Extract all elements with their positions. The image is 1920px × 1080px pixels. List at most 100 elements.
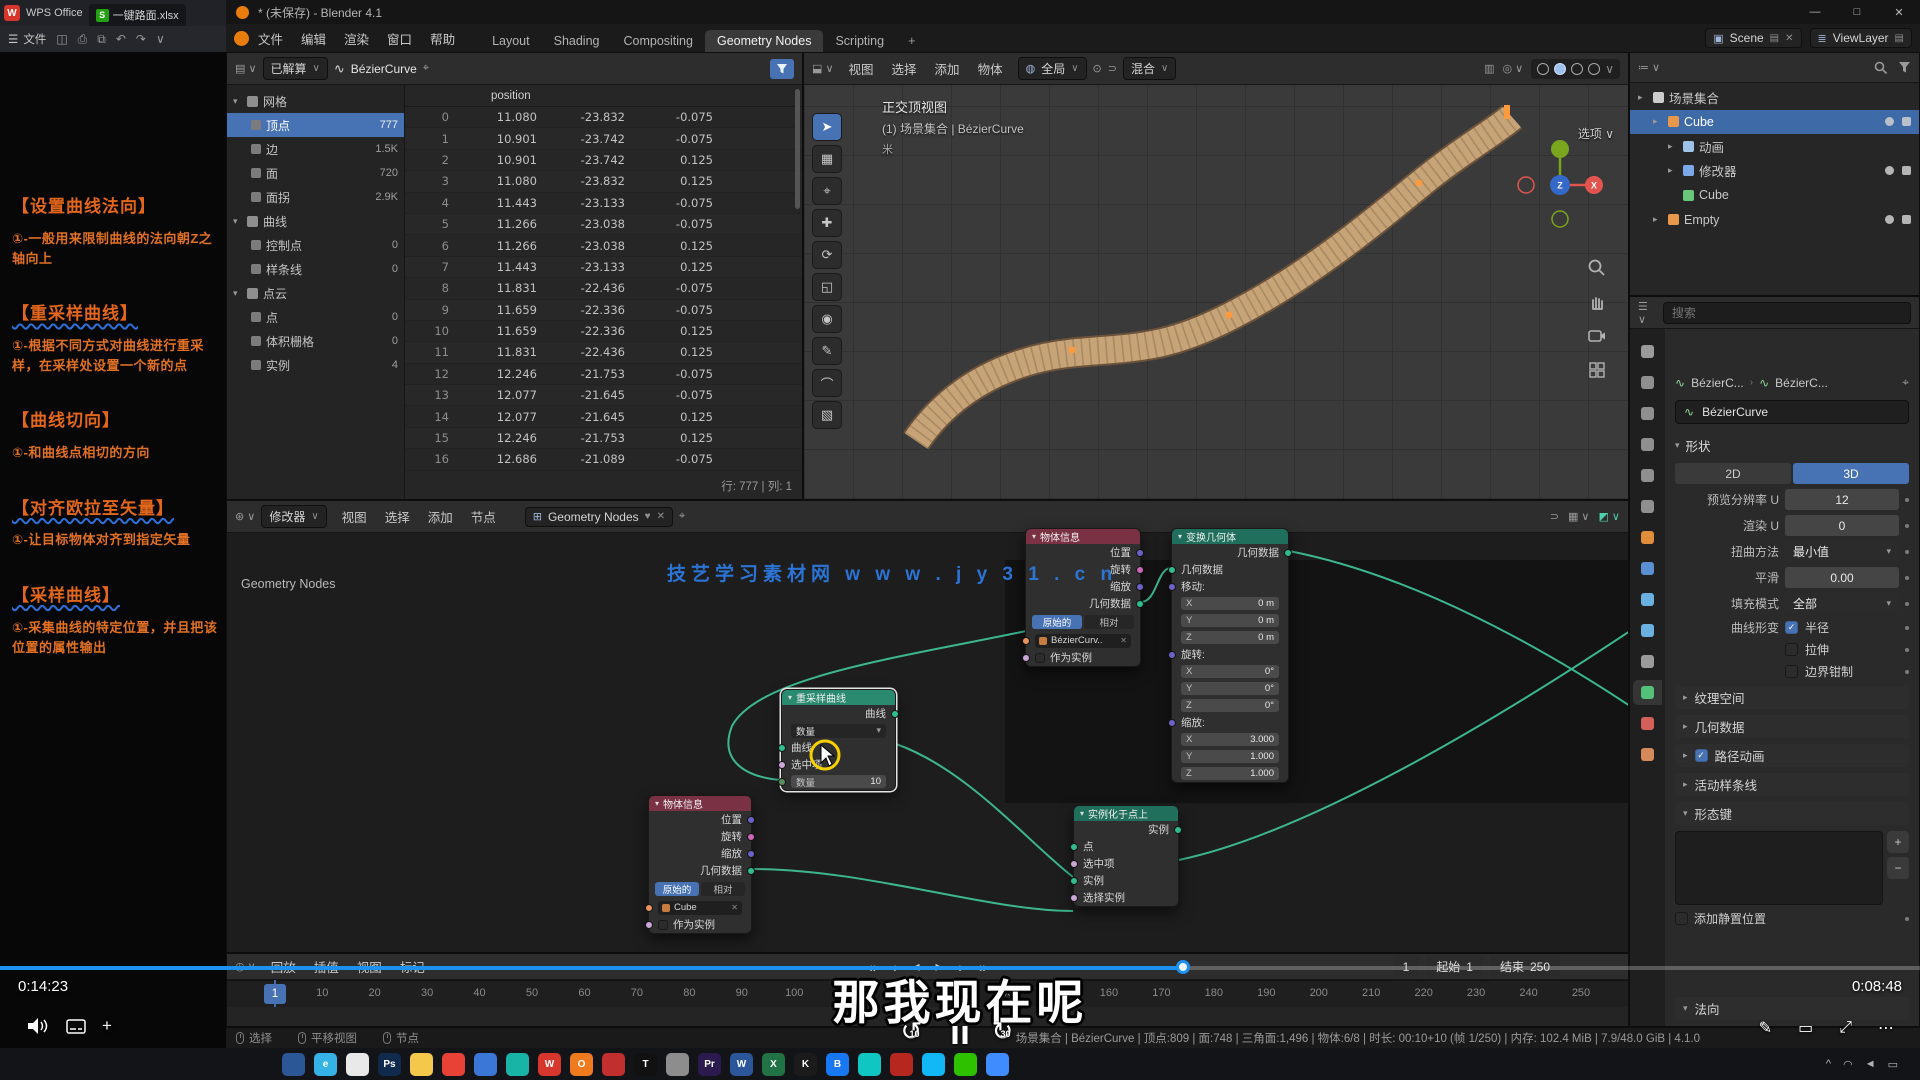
spreadsheet-domain-item[interactable]: 边1.5K: [227, 137, 404, 161]
animate-dot[interactable]: [1905, 550, 1909, 554]
rotate-icon[interactable]: ⟳: [812, 241, 842, 269]
filter-toggle-button[interactable]: [770, 59, 794, 79]
transform-icon[interactable]: ◉: [812, 305, 842, 333]
socket[interactable]: [1070, 860, 1078, 868]
shape-keys-list-box[interactable]: [1675, 831, 1883, 905]
socket[interactable]: [1070, 894, 1078, 902]
add-note-button[interactable]: +: [102, 1016, 112, 1036]
data-name-field[interactable]: ∿ BézierCurve: [1675, 400, 1909, 424]
tab-render[interactable]: [1633, 370, 1662, 395]
close-button[interactable]: ✕: [1878, 0, 1920, 24]
menu-窗口[interactable]: 窗口: [378, 27, 421, 50]
overlays-toggle-icon[interactable]: ◎ ∨: [1502, 62, 1523, 75]
animate-dot[interactable]: [1905, 670, 1909, 674]
view-layer-selector[interactable]: ≣ ViewLayer ▤: [1810, 28, 1912, 48]
socket[interactable]: [778, 744, 786, 752]
pin-icon[interactable]: ⌖: [423, 62, 429, 75]
animate-dot[interactable]: [1905, 576, 1909, 580]
more-tools-icon[interactable]: ∨: [156, 32, 165, 47]
tab-texture[interactable]: [1633, 742, 1662, 767]
redo-icon[interactable]: ↷: [136, 32, 146, 47]
socket[interactable]: [1174, 826, 1182, 834]
scale-icon[interactable]: ◱: [812, 273, 842, 301]
taskbar-app-blue2[interactable]: [986, 1053, 1009, 1076]
taskbar-app-photoshop[interactable]: Ps: [378, 1053, 401, 1076]
socket[interactable]: [1070, 877, 1078, 885]
tray-volume-icon[interactable]: ◄: [1865, 1058, 1876, 1070]
spreadsheet-editor-icon[interactable]: ▤ ∨: [235, 62, 257, 75]
property-value[interactable]: 0.00: [1785, 567, 1899, 588]
mode-3d-button[interactable]: 3D: [1793, 463, 1909, 484]
taskbar-app-b[interactable]: B: [826, 1053, 849, 1076]
viewport-menu-物体[interactable]: 物体: [969, 57, 1012, 80]
spreadsheet-domain-group[interactable]: ▾点云: [227, 281, 404, 305]
edit-notes-icon[interactable]: ✎: [1759, 1018, 1772, 1038]
viewport-menu-添加[interactable]: 添加: [926, 57, 969, 80]
socket[interactable]: [1136, 583, 1144, 591]
pin-icon[interactable]: ⌖: [1902, 375, 1909, 390]
value-slider[interactable]: Z0 m: [1181, 631, 1279, 644]
socket[interactable]: [1168, 651, 1176, 659]
wps-file-menu[interactable]: ☰ 文件: [8, 31, 46, 47]
taskbar-app-blue[interactable]: [474, 1053, 497, 1076]
camera-toggle-icon[interactable]: [1902, 215, 1911, 224]
add-workspace-button[interactable]: +: [896, 30, 927, 52]
pip-icon[interactable]: ▭: [1798, 1018, 1813, 1038]
tab-view-layer[interactable]: [1633, 432, 1662, 457]
socket[interactable]: [778, 761, 786, 769]
taskbar-app-chrome[interactable]: [442, 1053, 465, 1076]
animate-dot[interactable]: [1905, 498, 1909, 502]
eye-toggle-icon[interactable]: [1885, 215, 1894, 224]
menu-渲染[interactable]: 渲染: [335, 27, 378, 50]
property-value[interactable]: 全部▾: [1785, 593, 1899, 614]
animate-dot[interactable]: [1905, 602, 1909, 606]
zoom-icon[interactable]: [1582, 253, 1612, 283]
socket[interactable]: [1070, 843, 1078, 851]
taskbar-app-tim[interactable]: [922, 1053, 945, 1076]
object-field[interactable]: BézierCurv..✕: [1035, 634, 1131, 648]
search-icon[interactable]: [1874, 61, 1888, 75]
animate-dot[interactable]: [1905, 524, 1909, 528]
animate-dot[interactable]: [1905, 648, 1909, 652]
outliner-row[interactable]: ▸修改器: [1630, 159, 1919, 184]
tab-scene[interactable]: [1633, 463, 1662, 488]
tab-modifiers[interactable]: [1633, 556, 1662, 581]
socket[interactable]: [747, 816, 755, 824]
volume-icon[interactable]: [28, 1018, 50, 1034]
taskbar-app-folder[interactable]: [410, 1053, 433, 1076]
taskbar-app-t[interactable]: T: [634, 1053, 657, 1076]
node-object-info-cube[interactable]: ▾物体信息位置旋转缩放几何数据原始的相对Cube✕作为实例: [648, 795, 752, 934]
original-toggle-button[interactable]: 原始的: [1032, 615, 1082, 629]
outliner-editor-icon[interactable]: ≔ ∨: [1638, 61, 1660, 74]
taskbar-app-cyan[interactable]: [858, 1053, 881, 1076]
node-header[interactable]: ▾实例化于点上: [1074, 806, 1178, 821]
node-transform-geometry[interactable]: ▾变换几何体几何数据几何数据移动:X0 mY0 mZ0 m旋转:X0°Y0°Z0…: [1171, 528, 1289, 783]
node-canvas[interactable]: ▾物体信息位置旋转缩放几何数据原始的相对BézierCurv..✕作为实例▾物体…: [227, 533, 1628, 952]
clear-icon[interactable]: ✕: [1120, 636, 1127, 645]
pivot-icon[interactable]: ⊙: [1093, 62, 1102, 75]
cursor-icon[interactable]: ⌖: [812, 177, 842, 205]
socket[interactable]: [645, 921, 653, 929]
object-field[interactable]: Cube✕: [658, 901, 742, 915]
value-slider[interactable]: Z1.000: [1181, 767, 1279, 780]
copy-icon[interactable]: ⧉: [97, 32, 106, 47]
new-scene-icon[interactable]: ▤: [1770, 33, 1779, 44]
mode-2d-button[interactable]: 2D: [1675, 463, 1791, 484]
maximize-button[interactable]: □: [1836, 0, 1878, 24]
undo-icon[interactable]: ↶: [116, 32, 126, 47]
material-shading-icon[interactable]: [1571, 63, 1583, 75]
node-header[interactable]: ▾物体信息: [1026, 529, 1140, 544]
section-header[interactable]: ▸✓路径动画: [1675, 744, 1909, 767]
tab-world[interactable]: [1633, 494, 1662, 519]
vertical-scrollbar[interactable]: [795, 89, 800, 209]
node-object-info-curve[interactable]: ▾物体信息位置旋转缩放几何数据原始的相对BézierCurv..✕作为实例: [1025, 528, 1141, 667]
tab-physics[interactable]: [1633, 618, 1662, 643]
add-cube-icon[interactable]: ▧: [812, 401, 842, 429]
checkbox[interactable]: [1785, 665, 1798, 678]
pan-hand-icon[interactable]: [1582, 287, 1612, 317]
tab-particles[interactable]: [1633, 587, 1662, 612]
checkbox[interactable]: [1035, 653, 1045, 663]
taskbar-app-excel[interactable]: X: [762, 1053, 785, 1076]
spreadsheet-domain-item[interactable]: 实例4: [227, 353, 404, 377]
workspace-tab[interactable]: Compositing: [611, 30, 704, 52]
